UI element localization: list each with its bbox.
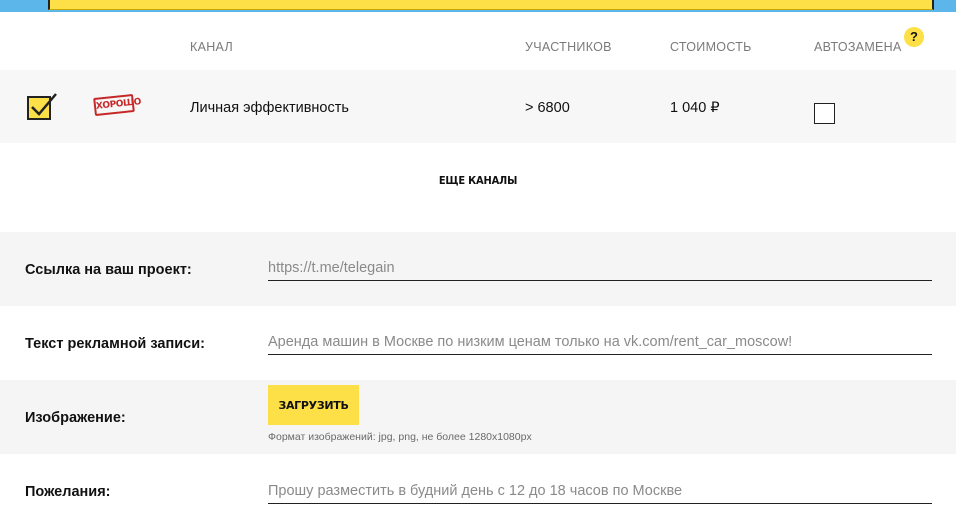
project-link-row: Ссылка на ваш проект: <box>0 232 956 306</box>
wishes-label: Пожелания: <box>25 484 111 500</box>
top-banner-strip <box>0 0 956 12</box>
table-header: КАНАЛ УЧАСТНИКОВ СТОИМОСТЬ АВТОЗАМЕНА <box>0 40 956 60</box>
wishes-input[interactable] <box>268 478 932 504</box>
header-cost: СТОИМОСТЬ <box>670 40 752 54</box>
more-channels-wrap: ЕЩЕ КАНАЛЫ <box>0 171 956 189</box>
question-icon[interactable]: ? <box>904 27 924 47</box>
row-select-checkbox[interactable] <box>27 93 57 120</box>
channel-members: > 6800 <box>525 100 570 116</box>
upload-button[interactable]: ЗАГРУЗИТЬ <box>268 385 359 425</box>
ad-text-input[interactable] <box>268 329 932 355</box>
channel-logo-text: ХОРОШО <box>95 97 142 112</box>
checkmark-icon <box>31 93 57 116</box>
ad-text-label: Текст рекламной записи: <box>25 336 205 352</box>
wishes-row: Пожелания: <box>0 454 956 526</box>
channel-name: Личная эффективность <box>190 100 349 116</box>
header-auto-replace: АВТОЗАМЕНА <box>814 40 902 54</box>
channel-logo: ХОРОШО <box>93 93 142 117</box>
project-link-input[interactable] <box>268 255 932 281</box>
auto-replace-checkbox[interactable] <box>814 103 835 124</box>
top-banner-yellow <box>48 0 934 10</box>
table-row: ХОРОШО Личная эффективность > 6800 1 040… <box>0 70 956 143</box>
project-link-label: Ссылка на ваш проект: <box>25 262 192 278</box>
channel-cost: 1 040 ₽ <box>670 100 720 116</box>
ad-text-row: Текст рекламной записи: <box>0 306 956 380</box>
more-channels-link[interactable]: ЕЩЕ КАНАЛЫ <box>437 174 528 188</box>
header-members: УЧАСТНИКОВ <box>525 40 612 54</box>
upload-format-note: Формат изображений: jpg, png, не более 1… <box>268 431 532 443</box>
image-row: Изображение: ЗАГРУЗИТЬ Формат изображени… <box>0 380 956 454</box>
header-channel: КАНАЛ <box>190 40 233 54</box>
image-label: Изображение: <box>25 410 126 426</box>
